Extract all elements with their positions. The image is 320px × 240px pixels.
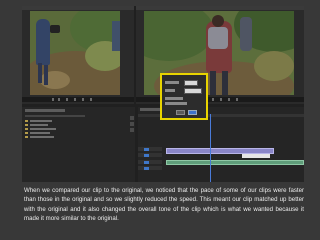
source-controls[interactable]: [22, 97, 134, 102]
play-icon[interactable]: [212, 98, 214, 101]
step-forward-icon[interactable]: [228, 98, 230, 101]
folder-icon: [25, 124, 28, 126]
folder-icon: [25, 120, 28, 122]
list-item[interactable]: [30, 120, 52, 122]
track-header-v1[interactable]: [138, 147, 162, 151]
source-monitor-tab[interactable]: [22, 6, 134, 10]
duration-field[interactable]: [184, 88, 202, 94]
tool-button[interactable]: [130, 128, 134, 132]
playhead[interactable]: [210, 114, 211, 182]
program-monitor-tab[interactable]: [136, 6, 304, 10]
list-item[interactable]: [30, 136, 54, 138]
ok-button[interactable]: [188, 110, 197, 115]
person-left: [36, 19, 50, 65]
folder-icon: [25, 136, 28, 138]
speed-field[interactable]: [184, 80, 198, 86]
cancel-button[interactable]: [176, 110, 185, 115]
track-header-v2[interactable]: [138, 153, 162, 157]
tool-button[interactable]: [130, 122, 134, 126]
selected-clip-segment[interactable]: [242, 154, 270, 158]
list-item[interactable]: [30, 132, 50, 134]
tool-button[interactable]: [130, 116, 134, 120]
track-header-a1[interactable]: [138, 160, 162, 164]
folder-icon: [25, 132, 28, 134]
source-monitor: [22, 6, 134, 104]
list-item[interactable]: [30, 124, 48, 126]
clip-speed-dialog: [160, 73, 208, 120]
track-header-a2[interactable]: [138, 166, 162, 170]
list-item[interactable]: [30, 128, 56, 130]
folder-icon: [25, 128, 28, 130]
project-panel-tab[interactable]: [25, 109, 65, 112]
video-editor-window: [22, 6, 304, 182]
slide-caption: When we compared our clip to the origina…: [24, 187, 304, 222]
project-panel: [22, 107, 135, 182]
source-video-frame: [30, 11, 120, 95]
audio-clip[interactable]: [166, 160, 304, 165]
